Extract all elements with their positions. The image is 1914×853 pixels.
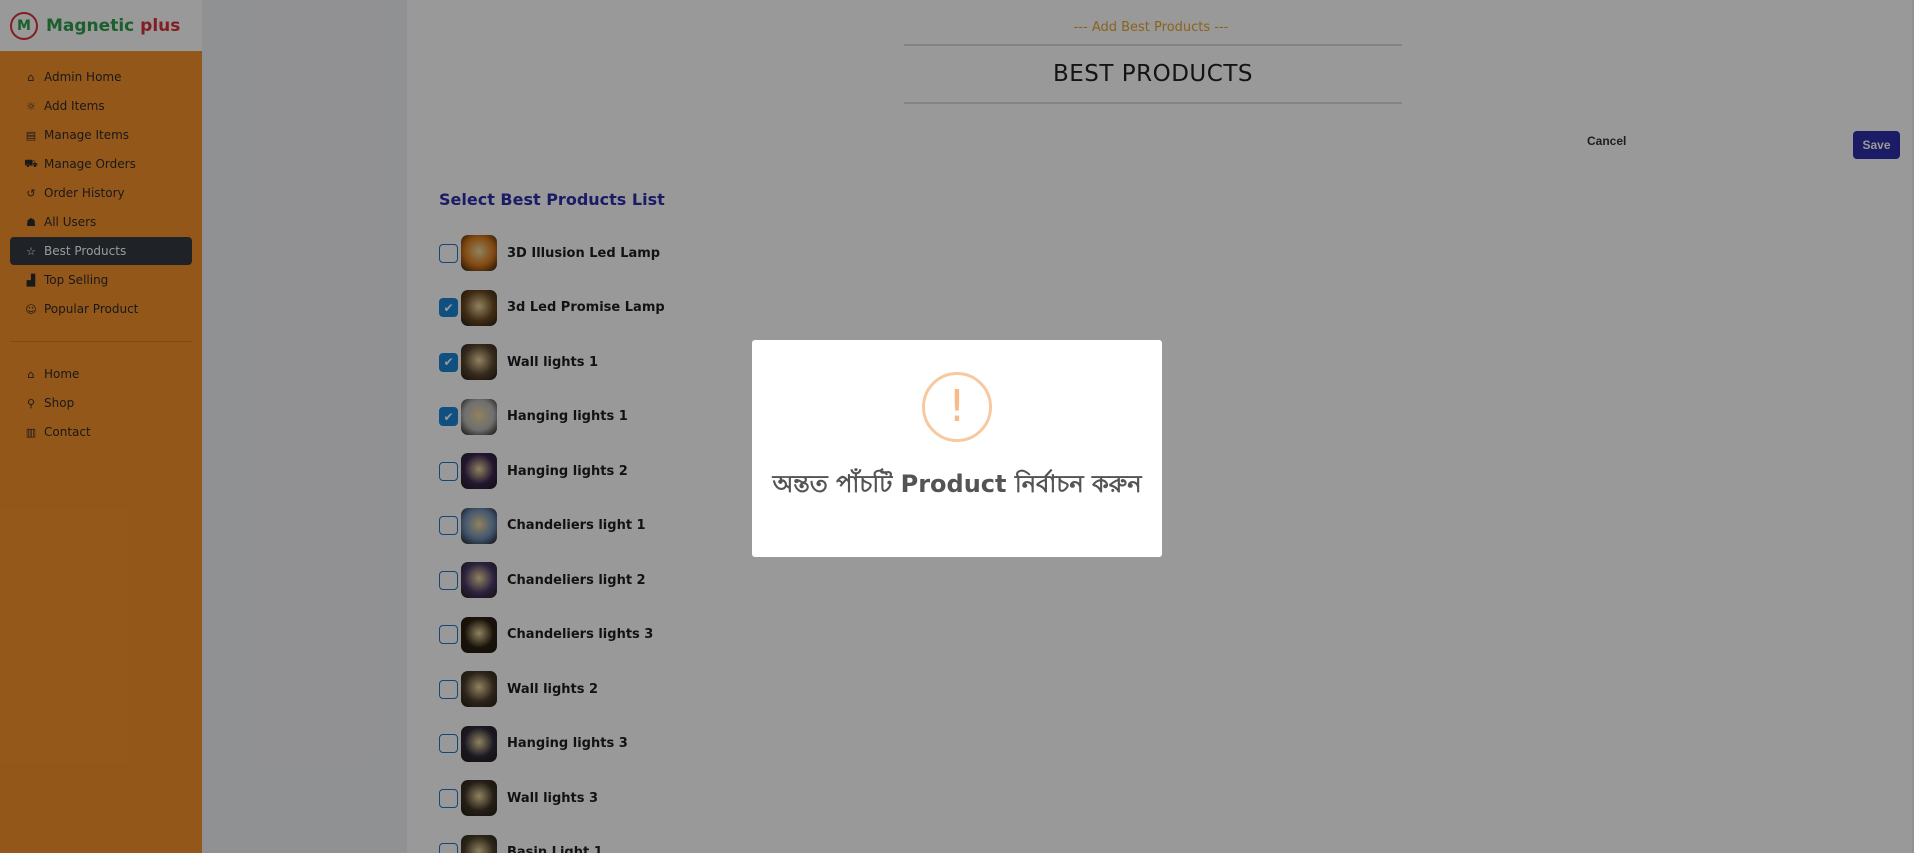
modal-backdrop[interactable]: ! অন্তত পাঁচটি Product নির্বাচন করুন xyxy=(0,0,1914,853)
alert-dialog: ! অন্তত পাঁচটি Product নির্বাচন করুন xyxy=(752,340,1162,557)
alert-message: অন্তত পাঁচটি Product নির্বাচন করুন xyxy=(772,470,1142,498)
exclamation-icon: ! xyxy=(922,372,992,442)
